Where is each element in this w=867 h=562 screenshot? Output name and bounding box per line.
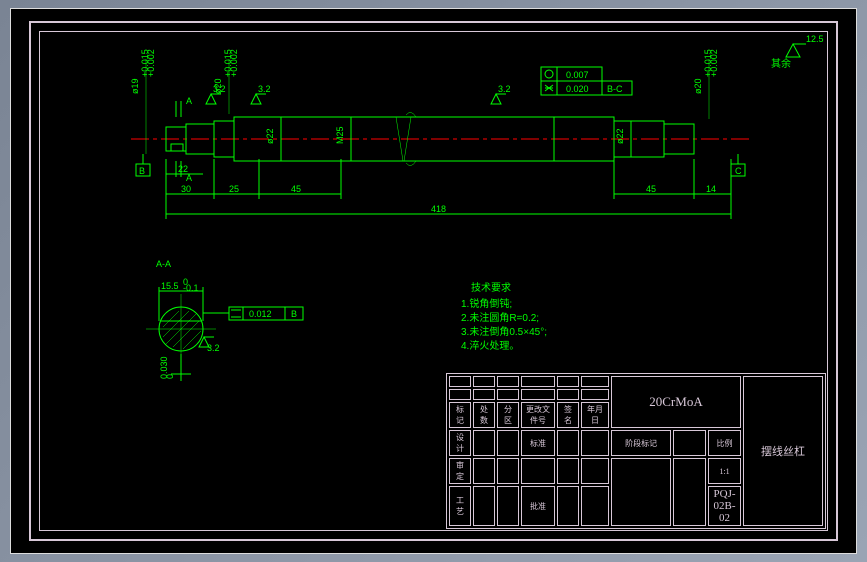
other-label: 其余 — [771, 57, 791, 70]
note-1: 1.锐角倒钝; — [461, 297, 512, 310]
dim-418: 418 — [431, 204, 446, 214]
svg-text:-0.1: -0.1 — [183, 283, 199, 293]
note-4: 4.淬火处理。 — [461, 339, 519, 352]
svg-text:B: B — [291, 309, 297, 319]
dim-45b: 45 — [646, 184, 656, 194]
aa-fcf: 0.012 — [249, 309, 272, 319]
material: 20CrMoA — [611, 376, 741, 428]
svg-text:12.5: 12.5 — [806, 34, 824, 44]
dim-45a: 45 — [291, 184, 301, 194]
phi22a: ø22 — [265, 128, 275, 144]
svg-text:0: 0 — [165, 374, 175, 379]
dim-30: 30 — [181, 184, 191, 194]
fcf2: 0.020 — [566, 84, 589, 94]
notes-title: 技术要求 — [471, 281, 511, 294]
svg-text:B-C: B-C — [607, 84, 623, 94]
svg-text:A: A — [186, 173, 192, 183]
svg-text:+0.002: +0.002 — [709, 49, 719, 77]
part-name: 摆线丝杠 — [743, 376, 823, 526]
note-3: 3.未注倒角0.5×45°; — [461, 325, 547, 338]
aa-dim: 15.5 — [161, 281, 179, 291]
svg-text:3.2: 3.2 — [258, 84, 271, 94]
svg-text:3.2: 3.2 — [213, 84, 226, 94]
svg-text:A: A — [186, 96, 192, 106]
phi22b: ø22 — [615, 128, 625, 144]
right-dia: ø20 — [693, 78, 703, 94]
datum-c: C — [735, 166, 742, 176]
svg-text:+0.002: +0.002 — [229, 49, 239, 77]
left-dia: ø19 — [130, 78, 140, 94]
svg-text:+0.002: +0.002 — [146, 49, 156, 77]
section-aa-label: A-A — [156, 259, 171, 269]
fcf1: 0.007 — [566, 70, 589, 80]
m25: M25 — [335, 126, 345, 144]
dim-25: 25 — [229, 184, 239, 194]
svg-text:3.2: 3.2 — [498, 84, 511, 94]
drawing-no: PQJ-02B-02 — [708, 486, 741, 526]
dim-14: 14 — [706, 184, 716, 194]
title-block: 20CrMoA 摆线丝杠 标记处数分区更改文件号签名年月日 设计标准 阶段标记比… — [446, 373, 826, 529]
note-2: 2.未注圆角R=0.2; — [461, 311, 539, 324]
svg-text:3.2: 3.2 — [207, 343, 220, 353]
datum-b: B — [139, 166, 145, 176]
